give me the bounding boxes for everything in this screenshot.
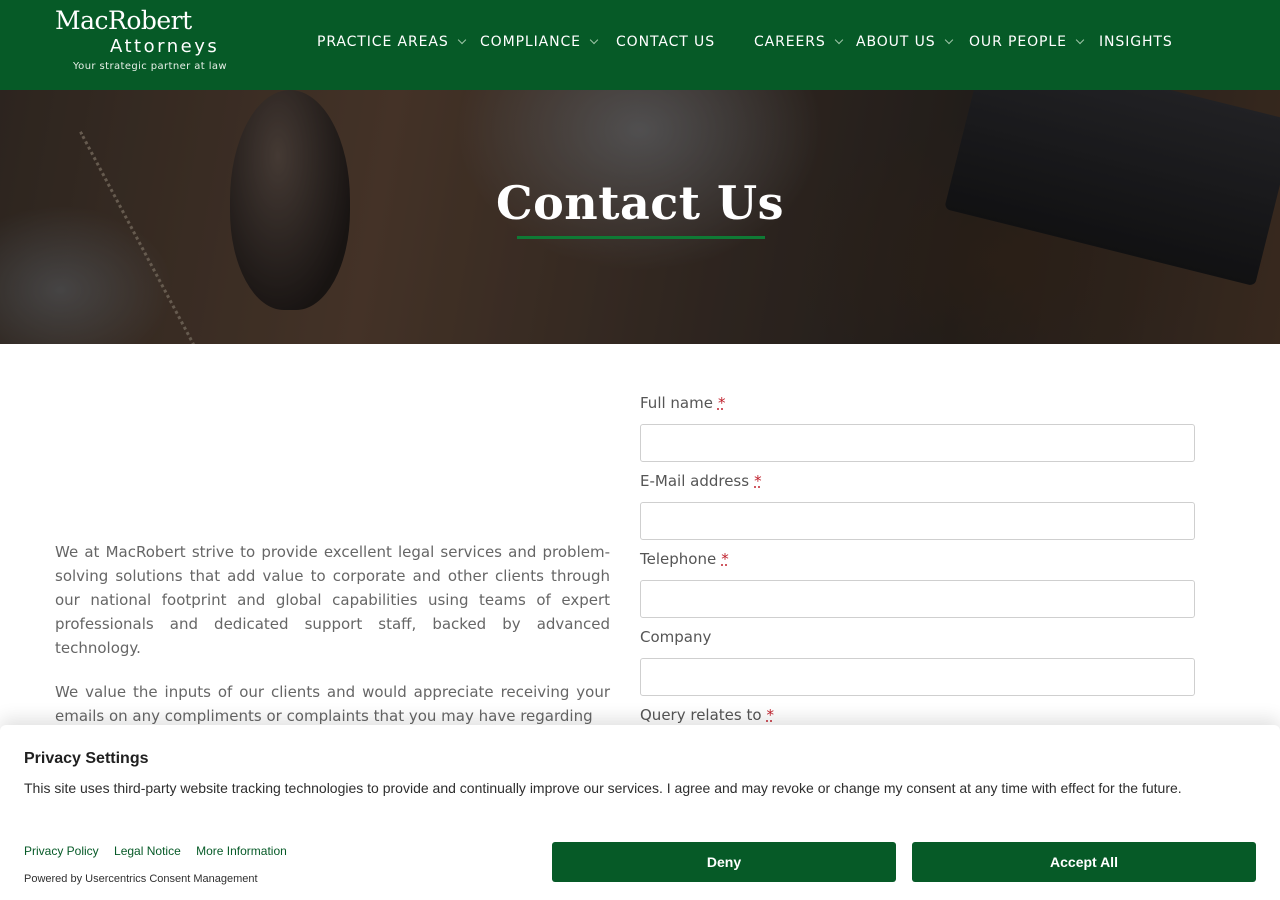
company-label: Company [640,628,711,646]
chevron-down-icon [1075,35,1085,45]
nav-item-label: CONTACT US [616,34,715,50]
nav-item-label: OUR PEOPLE [969,34,1067,50]
telephone-label: Telephone * [640,550,729,568]
email-label: E-Mail address * [640,472,762,490]
site-header: MacRobert Attorneys Your strategic partn… [0,0,1280,90]
nav-item-practice-areas[interactable]: PRACTICE AREAS [317,32,466,52]
nav-item-our-people[interactable]: OUR PEOPLE [969,32,1085,52]
brand-sub: Attorneys [110,36,220,57]
nav-item-careers[interactable]: CAREERS [754,32,843,52]
intro-paragraph: We at MacRobert strive to provide excell… [55,543,610,657]
accept-all-button[interactable]: Accept All [912,842,1256,882]
powered-by-text: Powered by Usercentrics Consent Manageme… [24,873,258,885]
brand-name: MacRobert [55,6,192,35]
nav-item-label: CAREERS [754,34,826,50]
telephone-field[interactable] [640,580,1195,618]
required-marker: * [721,550,729,568]
brand-logo[interactable]: MacRobert Attorneys Your strategic partn… [55,6,235,76]
nav-item-label: PRACTICE AREAS [317,34,449,50]
email-field[interactable] [640,502,1195,540]
required-marker: * [717,394,726,412]
consent-links: Privacy Policy Legal Notice More Informa… [24,844,299,858]
company-field[interactable] [640,658,1195,696]
deny-button[interactable]: Deny [552,842,896,882]
chevron-down-icon [457,35,466,45]
intro-paragraph: We value the inputs of our clients and w… [55,683,610,725]
privacy-policy-link[interactable]: Privacy Policy [24,844,99,858]
nav-item-label: ABOUT US [856,34,936,50]
full-name-label: Full name * [640,394,725,412]
full-name-label-text: Full name [640,394,713,412]
chevron-down-icon [834,35,843,45]
chevron-down-icon [944,35,953,45]
page-title: Contact Us [495,176,785,230]
company-label-text: Company [640,628,712,646]
nav-item-insights[interactable]: INSIGHTS [1099,32,1173,52]
intro-text: We at MacRobert strive to provide excell… [55,540,610,748]
required-marker: * [754,472,762,490]
required-marker: * [766,706,775,724]
chevron-down-icon [589,35,599,45]
consent-text: This site uses third-party website track… [24,780,1182,796]
query-relates-to-label-text: Query relates to [640,706,762,724]
nav-item-about-us[interactable]: ABOUT US [856,32,953,52]
email-label-text: E-Mail address [640,472,750,490]
privacy-consent-banner: Privacy Settings This site uses third-pa… [0,725,1280,900]
legal-notice-link[interactable]: Legal Notice [114,844,181,858]
query-relates-to-label: Query relates to * [640,706,774,724]
hero-banner: Contact Us [0,90,1280,344]
brand-tagline: Your strategic partner at law [73,61,227,72]
more-information-link[interactable]: More Information [196,844,287,858]
title-underline [517,236,765,239]
telephone-label-text: Telephone [640,550,717,568]
nav-item-compliance[interactable]: COMPLIANCE [480,32,599,52]
nav-item-label: INSIGHTS [1099,34,1173,50]
nav-item-label: COMPLIANCE [480,34,581,50]
full-name-field[interactable] [640,424,1195,462]
consent-title: Privacy Settings [24,750,149,767]
nav-item-contact-us[interactable]: CONTACT US [616,32,715,52]
